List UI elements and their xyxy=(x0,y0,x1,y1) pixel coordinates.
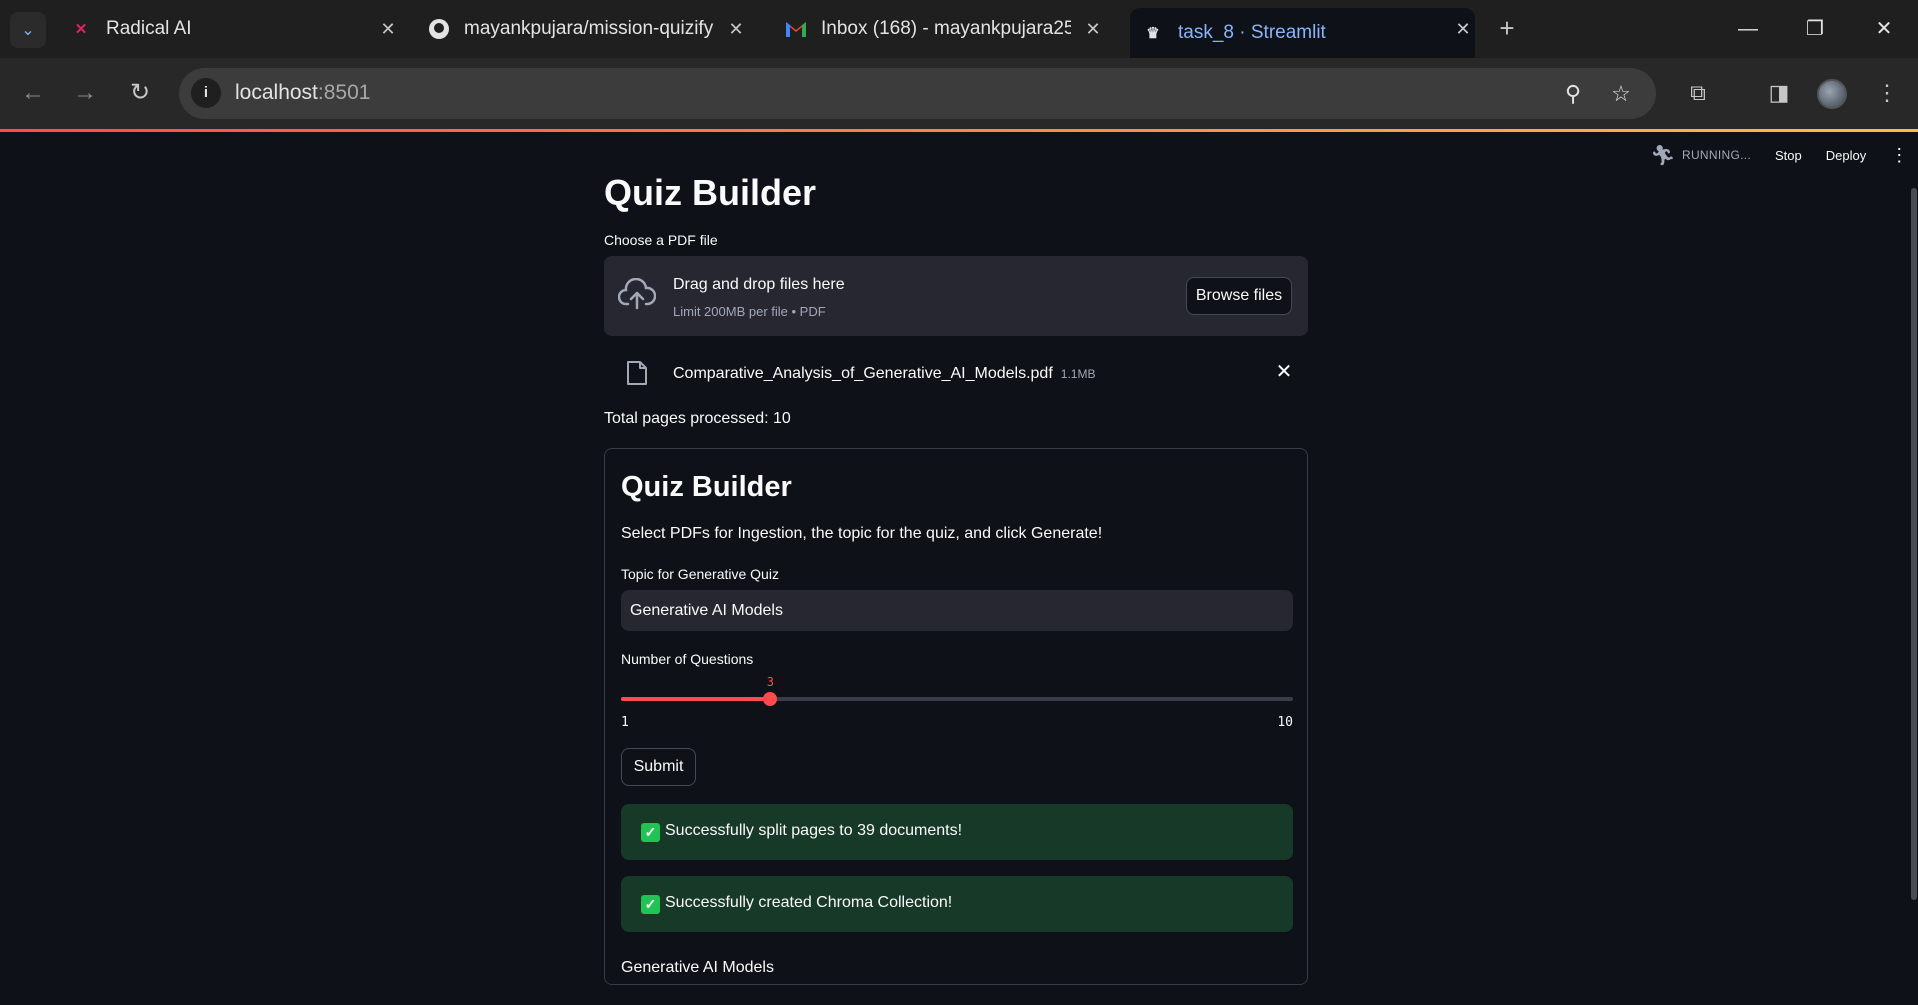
tab-gmail[interactable]: Inbox (168) - mayankpujara25@ ✕ xyxy=(785,8,1105,50)
loading-progress-bar xyxy=(0,129,1918,132)
form-title: Quiz Builder xyxy=(621,471,792,503)
submit-button[interactable]: Submit xyxy=(621,748,696,786)
url-host: localhost xyxy=(235,81,318,104)
page-title: Quiz Builder xyxy=(604,172,817,213)
uploader-label: Choose a PDF file xyxy=(604,232,718,248)
pages-processed-text: Total pages processed: 10 xyxy=(604,410,791,427)
tab-streamlit[interactable]: ♛ task_8 · Streamlit ✕ xyxy=(1130,8,1475,58)
zoom-icon[interactable]: ⚲ xyxy=(1559,80,1587,108)
topic-label: Topic for Generative Quiz xyxy=(621,566,779,582)
result-text: Generative AI Models xyxy=(621,959,774,976)
dropzone-limit: Limit 200MB per file • PDF xyxy=(673,304,826,319)
slider-thumb[interactable] xyxy=(763,692,778,706)
tab-search-button[interactable]: ⌄ xyxy=(10,12,46,48)
uploaded-file-row: Comparative_Analysis_of_Generative_AI_Mo… xyxy=(604,350,1308,400)
radical-ai-logo-icon: ✕ xyxy=(74,21,88,38)
close-tab-icon[interactable]: ✕ xyxy=(1081,17,1105,41)
browse-files-button[interactable]: Browse files xyxy=(1186,277,1292,315)
chevron-down-icon: ⌄ xyxy=(21,22,35,39)
close-tab-icon[interactable]: ✕ xyxy=(1451,17,1475,41)
check-icon: ✓ xyxy=(641,823,660,842)
close-tab-icon[interactable]: ✕ xyxy=(724,17,748,41)
check-icon: ✓ xyxy=(641,895,660,914)
cloud-upload-icon xyxy=(618,278,656,310)
site-info-icon[interactable]: i xyxy=(191,78,221,108)
form-description: Select PDFs for Ingestion, the topic for… xyxy=(621,525,1103,542)
browser-menu-icon[interactable]: ⋮ xyxy=(1870,76,1904,110)
running-status: RUNNING... xyxy=(1682,148,1751,162)
slider-fill xyxy=(621,697,771,701)
close-window-icon[interactable]: ✕ xyxy=(1864,12,1904,46)
address-bar[interactable]: i localhost:8501 ⚲ ☆ xyxy=(179,68,1656,119)
file-icon xyxy=(627,361,647,385)
gmail-icon xyxy=(785,18,807,40)
questions-slider[interactable]: 3 xyxy=(621,675,1293,706)
forward-icon[interactable]: → xyxy=(68,76,102,110)
file-uploader-dropzone[interactable]: Drag and drop files here Limit 200MB per… xyxy=(604,256,1308,336)
streamlit-crown-icon: ♛ xyxy=(1146,25,1160,42)
restore-icon[interactable]: ❐ xyxy=(1795,12,1835,46)
page-scrollbar[interactable] xyxy=(1911,188,1917,900)
tab-radical-ai[interactable]: ✕ Radical AI ✕ xyxy=(70,8,400,50)
tab-title: Radical AI xyxy=(106,18,192,39)
back-icon[interactable]: ← xyxy=(16,76,50,110)
tab-title: task_8 · Streamlit xyxy=(1178,22,1326,43)
dropzone-title: Drag and drop files here xyxy=(673,276,845,293)
file-size: 1.1MB xyxy=(1060,367,1096,381)
close-tab-icon[interactable]: ✕ xyxy=(376,17,400,41)
tab-title: mayankpujara/mission-quizify: I xyxy=(464,18,714,39)
profile-avatar[interactable] xyxy=(1817,79,1847,109)
stop-button[interactable]: Stop xyxy=(1775,148,1802,163)
streamlit-header: 🏃︎ RUNNING... Stop Deploy ⋮ xyxy=(1650,140,1908,170)
main-menu-icon[interactable]: ⋮ xyxy=(1890,145,1908,166)
bookmark-star-icon[interactable]: ☆ xyxy=(1607,80,1635,108)
success-alert: ✓ Successfully created Chroma Collection… xyxy=(621,876,1293,932)
url-port: :8501 xyxy=(317,81,371,104)
success-alert: ✓ Successfully split pages to 39 documen… xyxy=(621,804,1293,860)
remove-file-icon[interactable]: ✕ xyxy=(1272,360,1296,384)
address-url[interactable]: localhost:8501 xyxy=(235,81,370,105)
running-man-icon: 🏃︎ xyxy=(1650,145,1676,167)
minimize-icon[interactable]: — xyxy=(1728,12,1768,46)
alert-text: Successfully split pages to 39 documents… xyxy=(665,822,963,839)
extensions-puzzle-icon[interactable]: ⧉ xyxy=(1681,76,1715,110)
uploaded-file-name: Comparative_Analysis_of_Generative_AI_Mo… xyxy=(673,365,1095,383)
tab-title: Inbox (168) - mayankpujara25@ xyxy=(821,18,1071,39)
deploy-button[interactable]: Deploy xyxy=(1826,148,1866,163)
slider-min-label: 1 xyxy=(621,715,629,730)
tab-github[interactable]: mayankpujara/mission-quizify: I ✕ xyxy=(428,8,748,50)
github-icon xyxy=(428,18,450,40)
slider-value: 3 xyxy=(766,675,774,689)
side-panel-icon[interactable]: ◨ xyxy=(1762,76,1796,110)
reload-icon[interactable]: ↻ xyxy=(123,76,157,110)
browser-tab-bar: ⌄ ✕ Radical AI ✕ mayankpujara/mission-qu… xyxy=(0,0,1918,58)
topic-input[interactable] xyxy=(621,590,1293,631)
file-name-text: Comparative_Analysis_of_Generative_AI_Mo… xyxy=(673,365,1053,382)
alert-text: Successfully created Chroma Collection! xyxy=(665,894,953,911)
new-tab-icon[interactable]: + xyxy=(1492,14,1522,44)
quiz-form: Quiz Builder Select PDFs for Ingestion, … xyxy=(604,448,1308,985)
browser-toolbar: ← → ↻ i localhost:8501 ⚲ ☆ ⧉ ◨ ⋮ xyxy=(0,58,1918,129)
slider-max-label: 10 xyxy=(1277,715,1293,730)
questions-label: Number of Questions xyxy=(621,651,754,667)
